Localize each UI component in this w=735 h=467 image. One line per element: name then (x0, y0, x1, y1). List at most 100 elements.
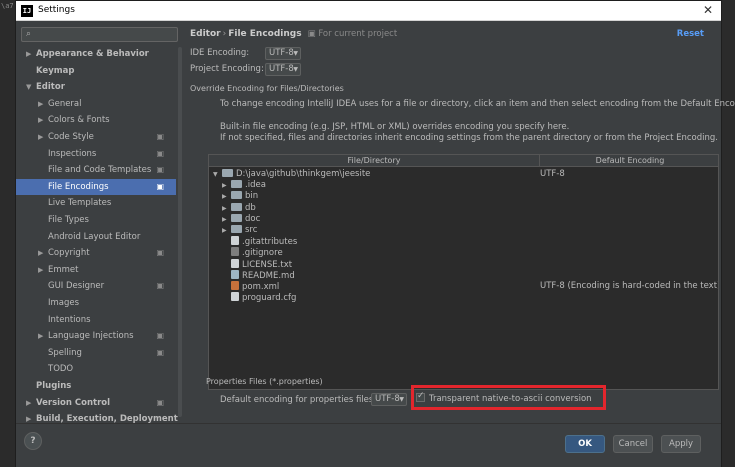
sidebar-item[interactable]: ▶ Emmet (16, 262, 176, 278)
annotation-highlight-box (411, 385, 606, 410)
breadcrumb-parent: Editor (190, 29, 221, 39)
expanded-arrow-icon[interactable]: ▼ (26, 79, 36, 95)
sidebar-item[interactable]: ▶ Appearance & Behavior (16, 46, 176, 62)
collapsed-arrow-icon[interactable]: ▶ (38, 112, 48, 128)
sidebar-item[interactable]: ▼ Editor (16, 79, 176, 95)
sidebar-scrollbar[interactable] (178, 47, 182, 417)
sidebar-item-label: Copyright (48, 248, 90, 259)
apply-button[interactable]: Apply (661, 435, 701, 453)
collapsed-arrow-icon[interactable]: ▶ (38, 96, 48, 112)
settings-search-input[interactable]: ⌕ (21, 27, 178, 42)
sidebar-item[interactable]: ▶ Version Control ▣ (16, 395, 176, 411)
sidebar-item[interactable]: Intentions (16, 312, 176, 328)
file-cell: ▶ doc (222, 213, 260, 225)
chevron-down-icon: ▼ (293, 66, 298, 73)
sidebar-item[interactable]: Images (16, 295, 176, 311)
collapsed-arrow-icon[interactable]: ▶ (222, 180, 231, 191)
sidebar-item-label: Images (48, 298, 80, 308)
file-cell: .gitignore (222, 247, 283, 259)
table-row[interactable]: README.md (209, 269, 718, 281)
sidebar-item[interactable]: ▶ Copyright ▣ (16, 245, 176, 261)
sidebar-item[interactable]: TODO (16, 361, 176, 377)
expanded-arrow-icon[interactable]: ▼ (213, 169, 222, 180)
sidebar-item-label: Live Templates (48, 198, 112, 209)
collapsed-arrow-icon[interactable]: ▶ (26, 46, 36, 62)
sidebar-item[interactable]: Plugins (16, 378, 176, 394)
file-cell: ▶ db (222, 202, 256, 214)
ok-button[interactable]: OK (565, 435, 605, 453)
sidebar-item[interactable]: ▶ General (16, 96, 176, 112)
sidebar-item[interactable]: File Encodings ▣ (16, 178, 176, 195)
collapsed-arrow-icon[interactable]: ▶ (222, 191, 231, 202)
sidebar-item-label: Colors & Fonts (48, 115, 110, 126)
sidebar-item[interactable]: Android Layout Editor (16, 229, 176, 245)
sidebar-item[interactable]: Inspections ▣ (16, 146, 176, 162)
table-row[interactable]: ▶ src (209, 225, 718, 236)
sidebar-item[interactable]: File Types (16, 212, 176, 228)
project-level-icon: ▣ (156, 132, 164, 141)
settings-dialog: IJ Settings ✕ ⌕ ▶ Appearance & Behavior Ke… (15, 0, 735, 467)
sidebar-item-label: General (48, 98, 82, 109)
file-encodings-panel: Editor › File Encodings ▣ For current proje… (186, 21, 735, 423)
file-name: .gitattributes (242, 237, 298, 248)
table-row[interactable]: .gitignore (209, 247, 718, 258)
close-icon[interactable]: ✕ (703, 3, 713, 17)
project-encoding-select[interactable]: UTF-8 ▼ (265, 63, 301, 76)
properties-section-title: Properties Files (*.properties) (206, 377, 323, 386)
collapsed-arrow-icon[interactable]: ▶ (26, 395, 36, 411)
table-row[interactable]: ▶ db (209, 202, 718, 214)
intellij-app-icon: IJ (21, 5, 33, 17)
search-icon: ⌕ (26, 29, 32, 39)
file-icon (231, 236, 239, 246)
table-row[interactable]: ▶ .idea (209, 180, 718, 191)
project-encoding-value: UTF-8 (269, 64, 294, 74)
collapsed-arrow-icon[interactable]: ▶ (38, 328, 48, 344)
table-row[interactable]: LICENSE.txt (209, 258, 718, 270)
collapsed-arrow-icon[interactable]: ▶ (38, 245, 48, 261)
help-button[interactable]: ? (24, 432, 42, 450)
info-line-2: Built-in file encoding (e.g. JSP, HTML o… (220, 122, 570, 132)
table-row[interactable]: pom.xml UTF-8 (Encoding is hard-coded in … (209, 281, 718, 292)
sidebar-item-label: File Encodings (48, 181, 109, 192)
sidebar-item[interactable]: Live Templates (16, 195, 176, 211)
sidebar-item[interactable]: File and Code Templates ▣ (16, 162, 176, 178)
sidebar-item[interactable]: ▶ Colors & Fonts (16, 112, 176, 128)
sidebar-item[interactable]: GUI Designer ▣ (16, 278, 176, 294)
reset-link[interactable]: Reset (677, 29, 704, 39)
encoding-cell[interactable]: UTF-8 (Encoding is hard-coded in the tex… (540, 281, 718, 292)
properties-encoding-select[interactable]: UTF-8 ▼ (371, 393, 407, 406)
column-header-file[interactable]: File/Directory (209, 155, 540, 167)
collapsed-arrow-icon[interactable]: ▶ (38, 129, 48, 145)
project-scope-label: ▣ For current project (307, 29, 398, 39)
cancel-button[interactable]: Cancel (613, 435, 653, 453)
sidebar-item[interactable]: ▶ Language Injections ▣ (16, 328, 176, 344)
sidebar-item[interactable]: ▶ Code Style ▣ (16, 129, 176, 145)
table-row[interactable]: .gitattributes (209, 236, 718, 247)
file-icon (231, 258, 239, 268)
sidebar-item-label: Language Injections (48, 331, 134, 342)
dialog-footer: ? OK Cancel Apply (16, 423, 721, 467)
collapsed-arrow-icon[interactable]: ▶ (222, 203, 231, 214)
properties-encoding-label: Default encoding for properties files: (220, 395, 377, 405)
table-row[interactable]: ▶ bin (209, 191, 718, 202)
encoding-cell[interactable]: UTF-8 (540, 169, 565, 180)
collapsed-arrow-icon[interactable]: ▶ (222, 225, 231, 236)
sidebar-item[interactable]: Spelling ▣ (16, 345, 176, 361)
sidebar-item-label: Android Layout Editor (48, 231, 141, 242)
table-row[interactable]: proguard.cfg (209, 292, 718, 303)
sidebar-item-label: GUI Designer (48, 281, 105, 292)
properties-encoding-value: UTF-8 (375, 394, 400, 404)
window-title: Settings (38, 5, 75, 15)
table-row[interactable]: ▼ D:\java\github\thinkgem\jeesite UTF-8 (209, 169, 718, 180)
collapsed-arrow-icon[interactable]: ▶ (38, 262, 48, 278)
collapsed-arrow-icon[interactable]: ▶ (222, 214, 231, 225)
sidebar-item[interactable]: Keymap (16, 63, 176, 79)
table-row[interactable]: ▶ doc (209, 213, 718, 225)
file-name: .idea (245, 180, 266, 191)
table-header: File/Directory Default Encoding (209, 155, 718, 167)
file-cell: ▼ D:\java\github\thinkgem\jeesite (213, 169, 370, 180)
project-level-icon: ▣ (156, 347, 164, 357)
column-header-encoding[interactable]: Default Encoding (540, 155, 718, 167)
ide-encoding-select[interactable]: UTF-8 ▼ (265, 47, 301, 60)
ide-encoding-label: IDE Encoding: (190, 48, 250, 58)
